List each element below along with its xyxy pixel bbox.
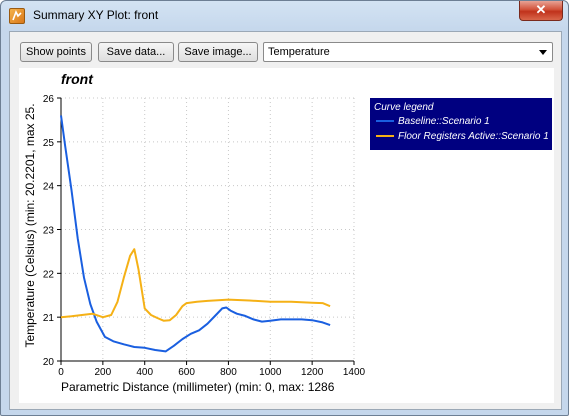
chevron-down-icon bbox=[539, 50, 547, 55]
client-area: Show points Save data... Save image... T… bbox=[9, 31, 562, 410]
x-tick-label: 600 bbox=[178, 367, 195, 378]
y-tick-label: 24 bbox=[43, 182, 55, 193]
legend-entry-2: Floor Registers Active::Scenario 1 bbox=[398, 131, 549, 142]
xy-chart: 0 200 400 600 800 1000 1200 1400 20 21 22 23 24 25 26 f… bbox=[23, 71, 552, 394]
close-icon: ✕ bbox=[535, 2, 547, 17]
y-tick-label: 22 bbox=[43, 269, 55, 280]
y-tick-label: 25 bbox=[43, 138, 55, 149]
series-line-2 bbox=[60, 248, 331, 322]
legend-entry-1: Baseline::Scenario 1 bbox=[398, 116, 490, 127]
y-tick-label: 21 bbox=[43, 313, 55, 324]
close-button[interactable]: ✕ bbox=[519, 1, 563, 21]
x-tick-label: 1400 bbox=[343, 367, 366, 378]
plot-panel: 0 200 400 600 800 1000 1200 1400 20 21 22 23 24 25 26 f… bbox=[19, 68, 554, 403]
app-icon bbox=[9, 8, 25, 24]
legend-title: Curve legend bbox=[374, 102, 434, 113]
x-axis-label: Parametric Distance (millimeter) (min: 0… bbox=[61, 380, 335, 394]
window-title: Summary XY Plot: front bbox=[33, 8, 159, 22]
x-tick-label: 1000 bbox=[259, 367, 282, 378]
variable-select[interactable]: Temperature bbox=[263, 42, 553, 62]
y-axis-label: Temperature (Celsius) (min: 20.2201, max… bbox=[23, 103, 37, 347]
x-tick-label: 0 bbox=[58, 367, 64, 378]
title-bar[interactable]: Summary XY Plot: front ✕ bbox=[1, 1, 570, 31]
y-tick-label: 20 bbox=[43, 357, 55, 368]
x-tick-label: 200 bbox=[95, 367, 112, 378]
plot-window: Summary XY Plot: front ✕ Show points Sav… bbox=[0, 0, 569, 416]
x-tick-label: 400 bbox=[136, 367, 153, 378]
save-image-button[interactable]: Save image... bbox=[178, 42, 258, 62]
save-data-button[interactable]: Save data... bbox=[98, 42, 174, 62]
x-tick-label: 1200 bbox=[301, 367, 324, 378]
y-tick-label: 26 bbox=[43, 94, 55, 105]
show-points-button[interactable]: Show points bbox=[20, 42, 92, 62]
y-tick-label: 23 bbox=[43, 226, 55, 237]
variable-select-value: Temperature bbox=[268, 46, 330, 58]
chart-title: front bbox=[61, 71, 94, 87]
x-tick-label: 800 bbox=[220, 367, 237, 378]
